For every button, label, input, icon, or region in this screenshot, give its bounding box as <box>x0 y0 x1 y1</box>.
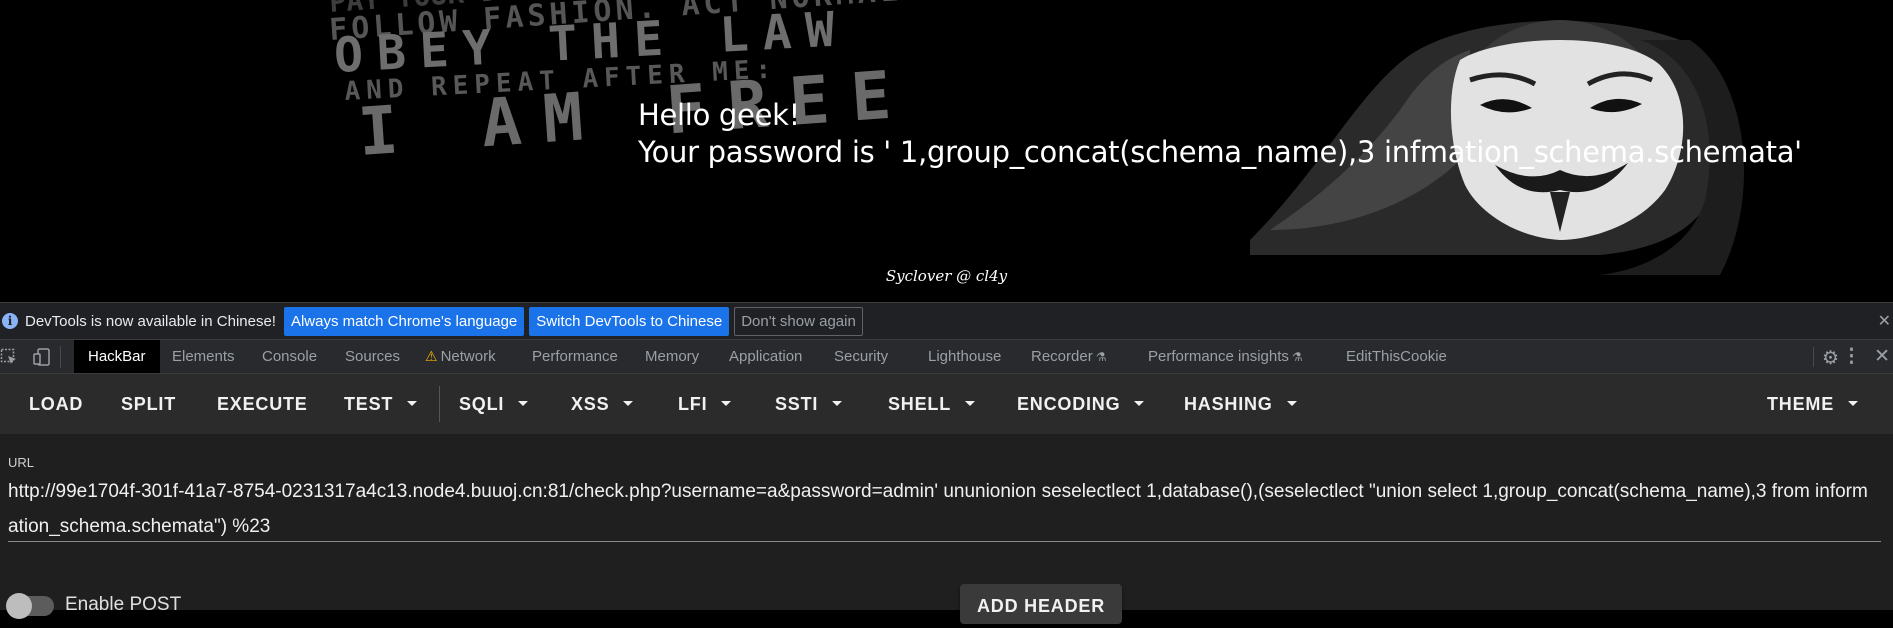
tab-hackbar[interactable]: HackBar <box>74 340 160 373</box>
url-input-underline <box>8 541 1881 542</box>
lfi-menu-label: LFI <box>678 394 708 414</box>
experiment-icon: ⚗ <box>1291 350 1303 364</box>
tab-security[interactable]: Security <box>834 340 888 373</box>
infobar-close-icon[interactable]: ✕ <box>1878 311 1891 331</box>
hashing-menu-label: HASHING <box>1184 394 1273 414</box>
devtools-panel: i DevTools is now available in Chinese! … <box>0 302 1893 624</box>
tab-memory[interactable]: Memory <box>645 340 699 373</box>
tab-performance-insights[interactable]: Performance insights ⚗ <box>1148 340 1303 373</box>
ssti-menu-label: SSTI <box>775 394 819 414</box>
ssti-menu-button[interactable]: SSTI <box>775 374 843 434</box>
chevron-down-icon <box>623 400 634 406</box>
more-options-icon[interactable]: ⋮ <box>1842 345 1861 368</box>
close-devtools-icon[interactable]: ✕ <box>1874 345 1890 368</box>
always-match-language-button[interactable]: Always match Chrome's language <box>283 306 525 336</box>
tab-console[interactable]: Console <box>262 340 317 373</box>
toolbar-divider <box>439 386 440 422</box>
load-button[interactable]: LOAD <box>29 374 83 434</box>
xss-menu-button[interactable]: XSS <box>571 374 634 434</box>
tab-network[interactable]: ⚠ Network <box>425 340 496 373</box>
page-password-message: Your password is ' 1,group_concat(schema… <box>638 135 1802 169</box>
encoding-menu-label: ENCODING <box>1017 394 1121 414</box>
chevron-down-icon <box>1286 400 1297 406</box>
tab-recorder[interactable]: Recorder ⚗ <box>1031 340 1106 373</box>
switch-to-chinese-button[interactable]: Switch DevTools to Chinese <box>529 306 730 336</box>
theme-menu-button[interactable]: THEME <box>1767 374 1858 434</box>
enable-post-toggle[interactable] <box>6 593 54 619</box>
hackbar-toolbar: LOAD SPLIT EXECUTE TEST SQLI XSS LFI SST… <box>0 374 1893 434</box>
sqli-menu-label: SQLI <box>459 394 505 414</box>
url-input[interactable]: http://99e1704f-301f-41a7-8754-0231317a4… <box>8 474 1868 544</box>
tab-sources[interactable]: Sources <box>345 340 400 373</box>
chevron-down-icon <box>721 400 732 406</box>
chevron-down-icon <box>832 400 843 406</box>
toggle-knob <box>6 593 32 619</box>
test-menu-label: TEST <box>344 394 394 414</box>
experiment-icon: ⚗ <box>1095 350 1107 364</box>
infobar-message: DevTools is now available in Chinese! <box>25 312 276 330</box>
shell-menu-button[interactable]: SHELL <box>888 374 976 434</box>
enable-post-label: Enable POST <box>65 594 182 615</box>
settings-gear-icon[interactable]: ⚙ <box>1822 347 1839 370</box>
sqli-menu-button[interactable]: SQLI <box>459 374 529 434</box>
tab-network-label: Network <box>440 348 496 365</box>
chevron-down-icon <box>965 400 976 406</box>
tab-performance-insights-label: Performance insights <box>1148 348 1289 365</box>
hashing-menu-button[interactable]: HASHING <box>1184 374 1297 434</box>
chevron-down-icon <box>518 400 529 406</box>
info-icon: i <box>2 313 18 329</box>
page-footer-credit: Syclover @ cl4y <box>885 267 1008 285</box>
device-toolbar-icon[interactable] <box>33 348 51 366</box>
tabbar-divider <box>1813 347 1814 367</box>
encoding-menu-button[interactable]: ENCODING <box>1017 374 1145 434</box>
tab-performance[interactable]: Performance <box>532 340 618 373</box>
shell-menu-label: SHELL <box>888 394 952 414</box>
tab-editthiscookie[interactable]: EditThisCookie <box>1346 340 1447 373</box>
page-greeting: Hello geek! <box>638 98 800 132</box>
tab-lighthouse[interactable]: Lighthouse <box>928 340 1001 373</box>
url-field-label: URL <box>8 455 35 470</box>
language-infobar: i DevTools is now available in Chinese! … <box>0 302 1893 340</box>
tabbar-divider <box>60 346 61 368</box>
theme-menu-label: THEME <box>1767 394 1834 414</box>
add-header-button[interactable]: ADD HEADER <box>960 584 1122 624</box>
chevron-down-icon <box>1848 400 1858 406</box>
chevron-down-icon <box>1134 400 1145 406</box>
execute-button[interactable]: EXECUTE <box>217 374 308 434</box>
hackbar-body: URL http://99e1704f-301f-41a7-8754-02313… <box>0 434 1893 624</box>
lfi-menu-button[interactable]: LFI <box>678 374 732 434</box>
web-page-viewport: PAY YOUR DEBTS FOLLOW FASHION. ACT NORMA… <box>0 0 1893 302</box>
split-button[interactable]: SPLIT <box>121 374 176 434</box>
tab-application[interactable]: Application <box>729 340 802 373</box>
test-menu-button[interactable]: TEST <box>344 374 418 434</box>
devtools-tabbar: HackBar Elements Console Sources ⚠ Networ… <box>0 340 1893 374</box>
dont-show-again-button[interactable]: Don't show again <box>734 306 863 336</box>
warning-icon: ⚠ <box>425 348 438 364</box>
tab-elements[interactable]: Elements <box>172 340 235 373</box>
chevron-down-icon <box>407 400 418 406</box>
tab-recorder-label: Recorder <box>1031 348 1093 365</box>
inspect-element-icon[interactable] <box>0 348 18 366</box>
xss-menu-label: XSS <box>571 394 610 414</box>
